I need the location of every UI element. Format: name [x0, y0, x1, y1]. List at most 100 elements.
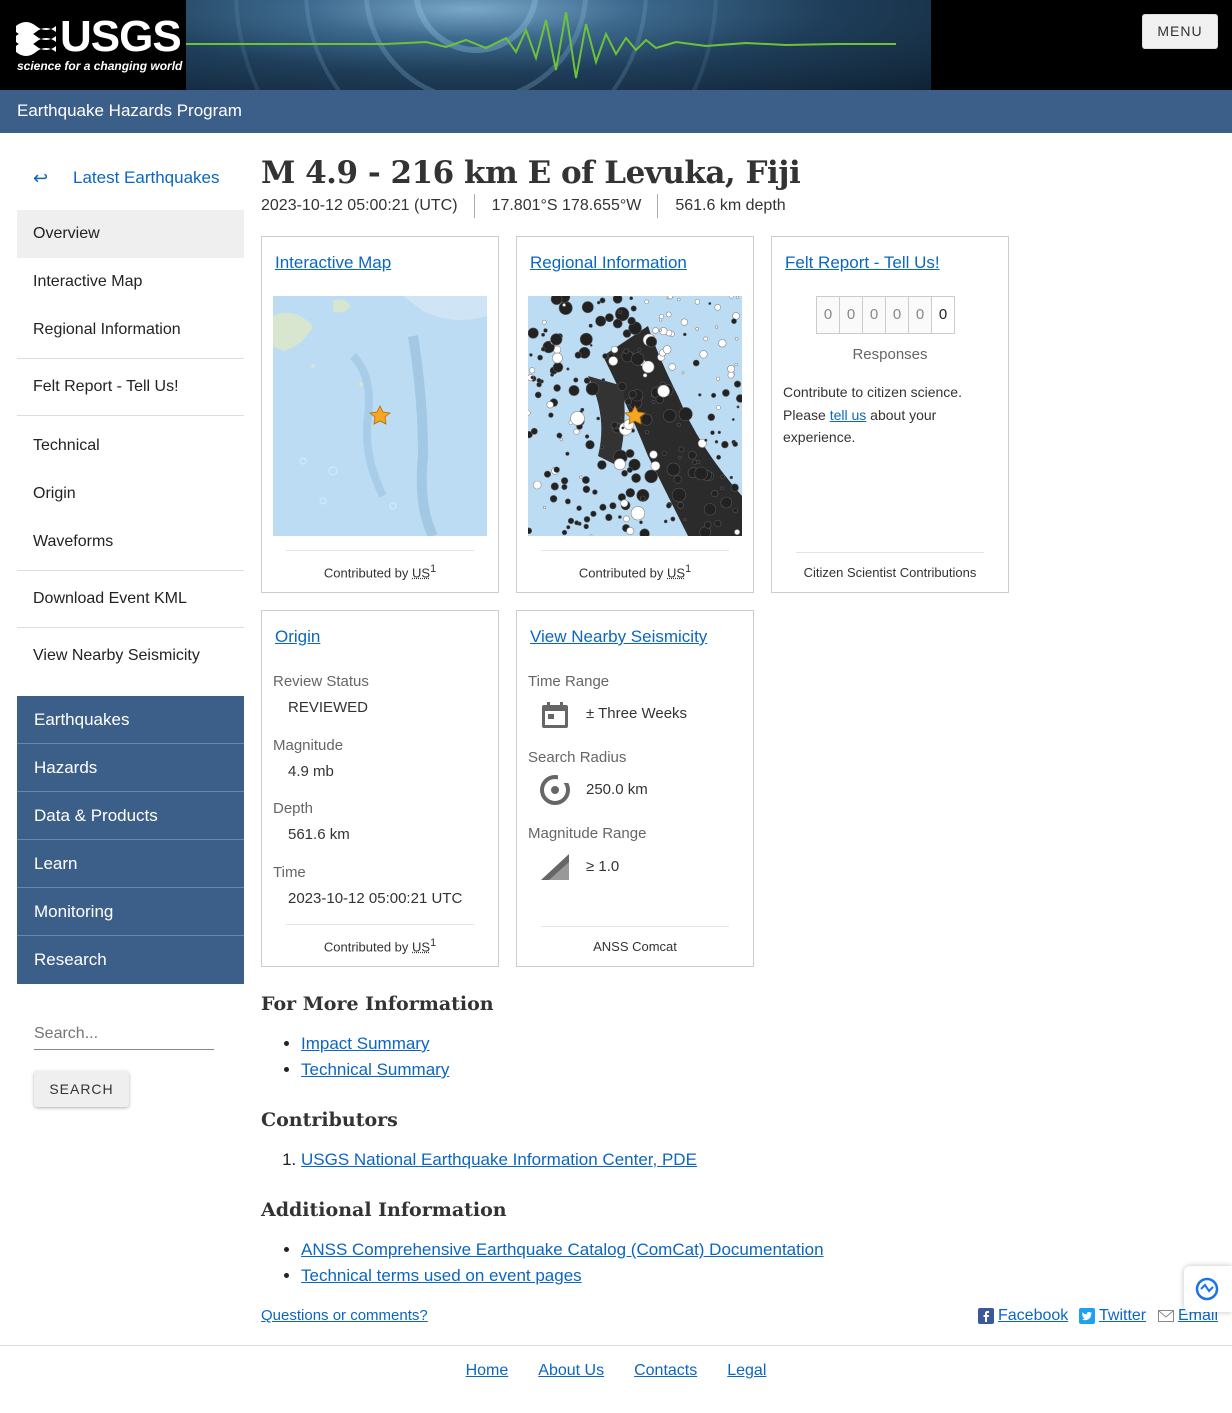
event-location: 17.801°S 178.655°W — [491, 197, 642, 214]
interactive-map-card: Interactive Map Contributed by US1 — [261, 236, 499, 593]
technical-summary-link[interactable]: Technical Summary — [301, 1060, 449, 1079]
interactive-map-link[interactable]: Interactive Map — [275, 253, 391, 273]
list-item: USGS National Earthquake Information Cen… — [301, 1147, 697, 1173]
nav-divider — [17, 570, 244, 571]
event-time: 2023-10-12 05:00:21 (UTC) — [261, 197, 458, 214]
twitter-link[interactable]: Twitter — [1099, 1307, 1146, 1325]
magnitude-value: 4.9 mb — [288, 763, 334, 780]
list-item: Technical terms used on event pages — [301, 1263, 824, 1289]
facebook-icon — [978, 1308, 994, 1324]
search-input[interactable] — [34, 1018, 214, 1050]
usgs-wave-icon — [16, 22, 56, 56]
site-nav-research[interactable]: Research — [17, 936, 244, 984]
meta-divider — [657, 194, 659, 218]
interactive-map-contributor: Contributed by US1 — [286, 549, 474, 580]
search-radius-label: Search Radius — [528, 749, 627, 766]
response-counter: 0 0 0 0 0 0 — [816, 296, 955, 334]
program-title-link[interactable]: Earthquake Hazards Program — [17, 101, 242, 121]
counter-digit: 0 — [931, 296, 955, 334]
origin-link[interactable]: Origin — [275, 627, 320, 647]
logo-text: USGS — [60, 12, 182, 61]
event-nav: ↩ Latest Earthquakes Overview Interactiv… — [17, 155, 244, 680]
nav-regional-information[interactable]: Regional Information — [17, 306, 244, 354]
calendar-icon — [542, 702, 568, 728]
assistant-icon — [1195, 1277, 1219, 1301]
site-nav-data-products[interactable]: Data & Products — [17, 792, 244, 840]
regional-information-card: Regional Information Contributed by US1 — [516, 236, 754, 593]
tell-us-link[interactable]: tell us — [830, 407, 867, 423]
latest-earthquakes-link[interactable]: ↩ Latest Earthquakes — [17, 155, 244, 201]
footer-legal-link[interactable]: Legal — [727, 1362, 766, 1380]
interactive-map-thumbnail[interactable] — [273, 296, 487, 536]
assistant-widget-button[interactable] — [1184, 1266, 1232, 1312]
facebook-link[interactable]: Facebook — [998, 1307, 1068, 1325]
time-range-label: Time Range — [528, 673, 610, 690]
review-status-value: REVIEWED — [288, 699, 369, 716]
site-nav-hazards[interactable]: Hazards — [17, 744, 244, 792]
footer-divider — [0, 1345, 1232, 1346]
contributors-list: USGS National Earthquake Information Cen… — [301, 1147, 697, 1173]
time-label: Time — [273, 864, 306, 881]
site-nav: Earthquakes Hazards Data & Products Lear… — [17, 696, 244, 984]
twitter-icon — [1079, 1308, 1095, 1324]
nearby-seismicity-card: View Nearby Seismicity Time Range ± Thre… — [516, 610, 754, 967]
site-nav-learn[interactable]: Learn — [17, 840, 244, 888]
list-item: Impact Summary — [301, 1031, 449, 1057]
counter-digit: 0 — [816, 296, 840, 334]
nav-divider — [17, 358, 244, 359]
footer-contacts-link[interactable]: Contacts — [634, 1362, 697, 1380]
magnitude-label: Magnitude — [273, 737, 344, 754]
menu-button[interactable]: MENU — [1142, 14, 1218, 49]
twitter-share[interactable]: Twitter — [1079, 1307, 1146, 1325]
nav-origin[interactable]: Origin — [17, 470, 244, 518]
time-value: 2023-10-12 05:00:21 UTC — [288, 890, 463, 907]
nav-overview[interactable]: Overview — [17, 210, 244, 258]
nav-felt-report[interactable]: Felt Report - Tell Us! — [17, 363, 244, 411]
magnitude-ramp-icon — [541, 854, 569, 880]
nav-interactive-map[interactable]: Interactive Map — [17, 258, 244, 306]
back-arrow-icon: ↩ — [33, 167, 49, 188]
footer-about-link[interactable]: About Us — [538, 1362, 604, 1380]
contributors-heading: Contributors — [261, 1109, 398, 1131]
email-icon — [1158, 1310, 1174, 1322]
site-nav-monitoring[interactable]: Monitoring — [17, 888, 244, 936]
nearby-seismicity-footer: ANSS Comcat — [541, 926, 729, 954]
search-button[interactable]: SEARCH — [34, 1071, 129, 1107]
nav-download-kml[interactable]: Download Event KML — [17, 575, 244, 623]
origin-contributor: Contributed by US1 — [286, 923, 474, 954]
time-range-value: ± Three Weeks — [586, 705, 688, 722]
facebook-share[interactable]: Facebook — [978, 1307, 1068, 1325]
felt-report-text: Contribute to citizen science. Please te… — [783, 384, 962, 445]
nav-waveforms[interactable]: Waveforms — [17, 518, 244, 566]
felt-report-link[interactable]: Felt Report - Tell Us! — [785, 253, 940, 273]
meta-divider — [473, 194, 475, 218]
technical-terms-link[interactable]: Technical terms used on event pages — [301, 1266, 582, 1285]
nav-technical[interactable]: Technical — [17, 422, 244, 470]
questions-link[interactable]: Questions or comments? — [261, 1307, 428, 1324]
site-nav-earthquakes[interactable]: Earthquakes — [17, 696, 244, 744]
counter-digit: 0 — [908, 296, 932, 334]
footer-home-link[interactable]: Home — [466, 1362, 509, 1380]
search-radius-value: 250.0 km — [586, 781, 648, 798]
impact-summary-link[interactable]: Impact Summary — [301, 1034, 429, 1053]
nav-nearby-seismicity[interactable]: View Nearby Seismicity — [17, 632, 244, 680]
neic-link[interactable]: USGS National Earthquake Information Cen… — [301, 1150, 697, 1169]
seismogram-banner — [186, 0, 931, 90]
logo-tagline: science for a changing world — [17, 59, 183, 73]
felt-report-card: Felt Report - Tell Us! 0 0 0 0 0 0 Respo… — [771, 236, 1009, 593]
site-header: USGS science for a changing world MENU — [0, 0, 1232, 90]
felt-report-footer: Citizen Scientist Contributions — [796, 552, 984, 580]
regional-seismicity-thumbnail[interactable] — [528, 296, 742, 536]
footer-nav: Home About Us Contacts Legal — [0, 1362, 1232, 1380]
latest-earthquakes-label: Latest Earthquakes — [73, 168, 220, 187]
nearby-seismicity-link[interactable]: View Nearby Seismicity — [530, 627, 707, 647]
usgs-logo[interactable]: USGS science for a changing world — [0, 0, 186, 90]
comcat-docs-link[interactable]: ANSS Comprehensive Earthquake Catalog (C… — [301, 1240, 824, 1259]
list-item: ANSS Comprehensive Earthquake Catalog (C… — [301, 1237, 824, 1263]
regional-information-link[interactable]: Regional Information — [530, 253, 687, 273]
counter-digit: 0 — [839, 296, 863, 334]
origin-card: Origin Review Status REVIEWED Magnitude … — [261, 610, 499, 967]
responses-label: Responses — [852, 346, 928, 363]
depth-value: 561.6 km — [288, 826, 350, 843]
review-status-label: Review Status — [273, 673, 369, 690]
